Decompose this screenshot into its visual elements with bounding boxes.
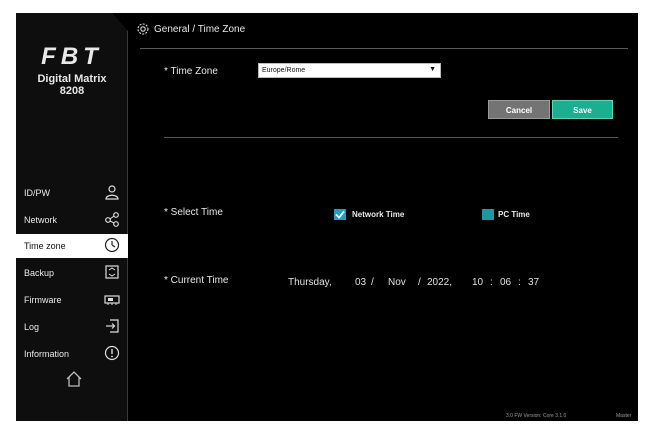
firmware-icon bbox=[104, 291, 120, 307]
log-icon bbox=[104, 318, 120, 334]
logo: FBT bbox=[41, 43, 103, 70]
network-time-label: Network Time bbox=[352, 210, 405, 219]
home-icon[interactable] bbox=[64, 369, 84, 389]
sidebar: FBT Digital Matrix 8208 ID/PW Network Ti… bbox=[16, 13, 128, 421]
sidebar-item-log[interactable]: Log bbox=[16, 315, 128, 339]
sidebar-item-label: Backup bbox=[24, 268, 55, 278]
network-icon bbox=[104, 211, 120, 227]
minute-value: 06 bbox=[500, 277, 512, 288]
product-model: Digital Matrix 8208 bbox=[16, 73, 128, 97]
gear-icon bbox=[136, 22, 150, 36]
current-time-label: * Current Time bbox=[164, 275, 229, 286]
cancel-button[interactable]: Cancel bbox=[488, 100, 550, 119]
weekday-value: Thursday, bbox=[288, 277, 332, 288]
sidebar-item-network[interactable]: Network bbox=[16, 208, 128, 232]
header-divider bbox=[140, 48, 628, 49]
clock-icon bbox=[104, 237, 120, 253]
sidebar-item-backup[interactable]: Backup bbox=[16, 261, 128, 285]
pc-time-checkbox[interactable] bbox=[482, 209, 494, 220]
user-icon bbox=[104, 184, 120, 200]
day-value: 03 bbox=[355, 277, 367, 288]
product-line: Digital Matrix bbox=[37, 73, 107, 85]
timezone-label: * Time Zone bbox=[164, 66, 218, 77]
time-separator: : bbox=[490, 277, 493, 288]
date-separator: / bbox=[418, 277, 421, 288]
date-separator: / bbox=[371, 277, 374, 288]
sidebar-item-label: ID/PW bbox=[24, 188, 50, 198]
year-value: 2022, bbox=[427, 277, 453, 288]
firmware-version: 3.0 FW Version: Core 3.1.0 bbox=[506, 413, 567, 419]
product-number: 8208 bbox=[59, 85, 85, 97]
network-time-checkbox[interactable] bbox=[334, 209, 346, 220]
pc-time-label: PC Time bbox=[498, 210, 530, 219]
sidebar-item-information[interactable]: Information bbox=[16, 342, 128, 366]
sidebar-item-label: Time zone bbox=[24, 241, 66, 251]
month-value: Nov bbox=[388, 277, 406, 288]
sidebar-item-firmware[interactable]: Firmware bbox=[16, 288, 128, 312]
app-screen: FBT Digital Matrix 8208 ID/PW Network Ti… bbox=[16, 13, 638, 421]
sidebar-item-idpw[interactable]: ID/PW bbox=[16, 181, 128, 205]
checkmark-icon bbox=[335, 210, 345, 219]
second-value: 37 bbox=[528, 277, 540, 288]
hour-value: 10 bbox=[472, 277, 484, 288]
timezone-value: Europe/Rome bbox=[262, 67, 306, 74]
info-icon bbox=[104, 345, 120, 361]
sidebar-item-label: Network bbox=[24, 215, 58, 225]
save-button[interactable]: Save bbox=[552, 100, 613, 119]
time-separator: : bbox=[518, 277, 521, 288]
select-time-label: * Select Time bbox=[164, 207, 223, 218]
timezone-select[interactable]: Europe/Rome ▼ bbox=[258, 63, 441, 78]
breadcrumb: General / Time Zone bbox=[154, 24, 246, 35]
device-mode: Master bbox=[616, 413, 632, 419]
sidebar-item-label: Firmware bbox=[24, 295, 62, 305]
chevron-down-icon: ▼ bbox=[429, 66, 436, 73]
backup-icon bbox=[104, 264, 120, 280]
section-divider bbox=[164, 137, 618, 138]
sidebar-item-timezone[interactable]: Time zone bbox=[16, 234, 128, 258]
sidebar-item-label: Log bbox=[24, 322, 40, 332]
sidebar-item-label: Information bbox=[24, 349, 70, 359]
